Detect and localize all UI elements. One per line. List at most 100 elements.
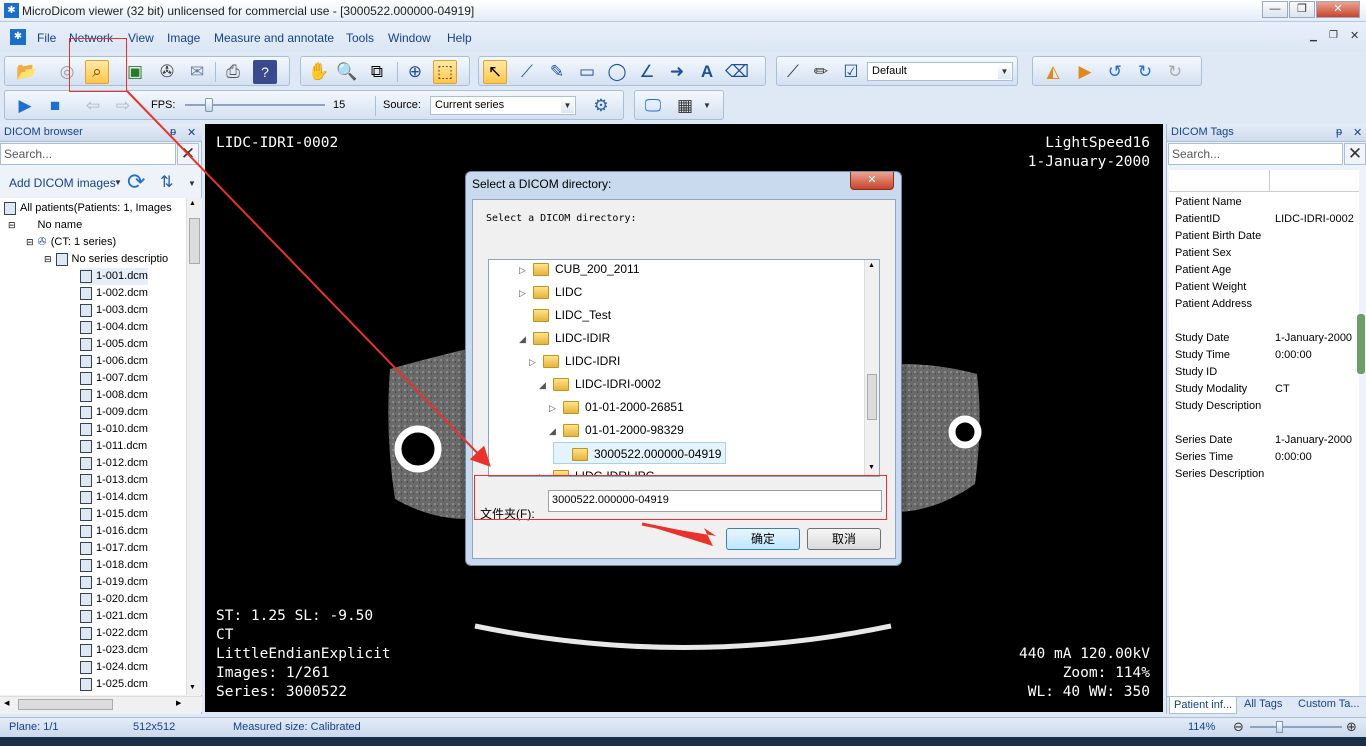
directory-item[interactable]: ▷ 01-01-2000-26851	[549, 396, 684, 418]
menu-window[interactable]: Window	[388, 31, 431, 45]
tree-file-item[interactable]: 1-010.dcm	[80, 421, 148, 438]
pen-icon[interactable]: ✎	[545, 60, 569, 84]
fps-slider-thumb[interactable]	[205, 98, 213, 112]
pin-icon[interactable]: ᵽ	[170, 126, 176, 138]
tree-file-item[interactable]: 1-017.dcm	[80, 540, 148, 557]
stop-icon[interactable]: ■	[43, 94, 67, 118]
menu-view[interactable]: View	[128, 31, 154, 45]
tree-file-item[interactable]: 1-016.dcm	[80, 523, 148, 540]
tag-row[interactable]: Patient Sex	[1170, 245, 1360, 262]
rotate-left-icon[interactable]: ↺	[1103, 60, 1127, 84]
tree-patient[interactable]: ⊟ No name	[8, 217, 82, 234]
flip-horizontal-icon[interactable]: ◭	[1041, 60, 1065, 84]
chevron-down-icon[interactable]: ▼	[703, 101, 711, 110]
tree-file-item[interactable]: 1-002.dcm	[80, 285, 148, 302]
tree-file-item[interactable]: 1-024.dcm	[80, 659, 148, 676]
tag-row[interactable]: Patient Birth Date	[1170, 228, 1360, 245]
sort-icon[interactable]: ⇅	[160, 172, 173, 192]
browser-search-input[interactable]: Search...	[0, 143, 176, 165]
pin-icon[interactable]: ᵽ	[1336, 126, 1342, 138]
pointer-icon[interactable]: ↖	[483, 60, 507, 84]
tree-file-item[interactable]: 1-003.dcm	[80, 302, 148, 319]
close-window-button[interactable]: ✕	[1316, 1, 1360, 18]
tree-file-item[interactable]: 1-007.dcm	[80, 370, 148, 387]
tree-file-item[interactable]: 1-019.dcm	[80, 574, 148, 591]
preset-select[interactable]: Default ▼	[867, 62, 1013, 81]
scroll-left-icon[interactable]: ◀	[4, 699, 9, 707]
minimize-button[interactable]: —	[1262, 1, 1288, 18]
tab-custom-tags[interactable]: Custom Ta...	[1298, 698, 1360, 710]
scroll-up-icon[interactable]: ▲	[868, 262, 875, 269]
flip-vertical-icon[interactable]: ▶	[1073, 60, 1097, 84]
settings-gear-icon[interactable]: ⚙	[589, 94, 613, 118]
export-movie-icon[interactable]: ✇	[155, 60, 179, 84]
add-dicom-images-button[interactable]: Add DICOM images	[9, 176, 116, 190]
eraser-icon[interactable]: ⌫	[725, 60, 749, 84]
tree-file-item[interactable]: 1-012.dcm	[80, 455, 148, 472]
tree-file-item[interactable]: 1-025.dcm	[80, 676, 148, 693]
tree-file-item[interactable]: 1-004.dcm	[80, 319, 148, 336]
chevron-down-icon[interactable]: ▼	[188, 179, 196, 188]
expand-arrow-icon[interactable]: ▷	[519, 282, 529, 304]
close-panel-icon[interactable]: ✕	[1353, 126, 1362, 139]
tree-file-item[interactable]: 1-009.dcm	[80, 404, 148, 421]
tag-row[interactable]: Patient Address	[1170, 296, 1360, 313]
directory-item[interactable]: ▷ CUB_200_2011	[519, 260, 640, 281]
angle-icon[interactable]: ∠	[635, 60, 659, 84]
tag-row[interactable]: Series Date 1-January-2000	[1170, 432, 1360, 449]
tag-row[interactable]	[1170, 313, 1360, 330]
collapse-arrow-icon[interactable]: ◢	[549, 420, 559, 442]
directory-item[interactable]: ▷ LIDC-IDRI	[529, 350, 620, 372]
tree-file-item[interactable]: 1-015.dcm	[80, 506, 148, 523]
menu-measure-annotate[interactable]: Measure and annotate	[214, 31, 334, 45]
expand-arrow-icon[interactable]: ▷	[519, 260, 529, 281]
rotate-right-icon[interactable]: ↻	[1133, 60, 1157, 84]
previous-icon[interactable]: ⇦	[81, 94, 105, 118]
tree-file-item[interactable]: 1-008.dcm	[80, 387, 148, 404]
line-tool-icon[interactable]: ⟋	[781, 60, 805, 84]
mdi-close-icon[interactable]: ✕	[1350, 29, 1359, 42]
next-icon[interactable]: ⇨	[111, 94, 135, 118]
zoom-slider-thumb[interactable]	[1276, 721, 1283, 733]
text-icon[interactable]: A	[695, 60, 719, 84]
print-icon[interactable]: ⎙	[221, 60, 245, 84]
tree-file-item[interactable]: 1-005.dcm	[80, 336, 148, 353]
scrollbar-thumb[interactable]	[867, 374, 877, 420]
clear-search-icon[interactable]: ✕	[177, 143, 199, 165]
play-icon[interactable]: ▶	[13, 94, 37, 118]
tree-file-item[interactable]: 1-021.dcm	[80, 608, 148, 625]
source-select[interactable]: Current series ▼	[430, 96, 576, 115]
scroll-down-icon[interactable]: ▼	[189, 684, 196, 691]
tree-file-item[interactable]: 1-020.dcm	[80, 591, 148, 608]
tag-row[interactable]: Study Modality CT	[1170, 381, 1360, 398]
tree-vertical-scrollbar[interactable]: ▲ ▼	[186, 198, 202, 695]
tab-patient-info[interactable]: Patient inf...	[1169, 697, 1237, 714]
scroll-right-icon[interactable]: ▶	[176, 699, 181, 707]
magnifier-icon[interactable]: ⊕	[403, 60, 427, 84]
email-icon[interactable]: ✉	[185, 60, 209, 84]
tag-row[interactable]	[1170, 415, 1360, 432]
mdi-restore-icon[interactable]: ❐	[1329, 30, 1338, 41]
directory-item[interactable]: ▷ LIDC	[519, 281, 582, 303]
collapse-arrow-icon[interactable]: ◢	[519, 328, 529, 350]
tag-row[interactable]: Study Time 0:00:00	[1170, 347, 1360, 364]
directory-item[interactable]: LIDC_Test	[519, 304, 611, 326]
ellipse-icon[interactable]: ◯	[605, 60, 629, 84]
scroll-down-icon[interactable]: ▼	[868, 464, 875, 471]
expand-arrow-icon[interactable]: ▷	[529, 351, 539, 373]
directory-item[interactable]: 3000522.000000-04919	[553, 442, 727, 464]
tag-row[interactable]: Patient Age	[1170, 262, 1360, 279]
menu-file[interactable]: File	[37, 31, 56, 45]
crop-fit-icon[interactable]: ⬚	[433, 60, 457, 84]
tree-series[interactable]: ⊟ No series descriptio	[44, 251, 168, 268]
fit-window-icon[interactable]: ⧉	[365, 60, 389, 84]
zoom-icon[interactable]: 🔍	[335, 60, 359, 84]
help-icon[interactable]: ?	[253, 60, 277, 84]
tag-row[interactable]: Patient Name	[1170, 194, 1360, 211]
menu-tools[interactable]: Tools	[346, 31, 374, 45]
tree-file-item[interactable]: 1-011.dcm	[80, 438, 147, 455]
arrow-icon[interactable]: ➜	[665, 60, 689, 84]
tag-row[interactable]: Study Date 1-January-2000	[1170, 330, 1360, 347]
layout-grid-icon[interactable]: ▦	[673, 94, 697, 118]
refresh-icon[interactable]: ⟳	[127, 169, 145, 195]
